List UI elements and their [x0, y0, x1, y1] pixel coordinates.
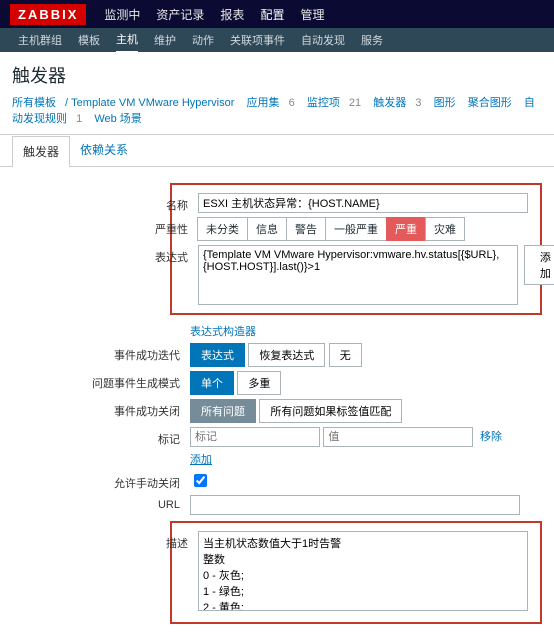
gen-multiple-button[interactable]: 多重	[237, 371, 281, 395]
nav-config[interactable]: 配置	[260, 6, 284, 23]
subnav-actions[interactable]: 动作	[192, 28, 214, 52]
bc-items[interactable]: 监控项	[307, 97, 340, 109]
description-input[interactable]	[198, 531, 528, 611]
sev-average[interactable]: 一般严重	[325, 217, 387, 241]
subnav-maintenance[interactable]: 维护	[154, 28, 176, 52]
subnav-discovery[interactable]: 自动发现	[301, 28, 345, 52]
subnav-hostgroups[interactable]: 主机群组	[18, 28, 62, 52]
nav-admin[interactable]: 管理	[300, 6, 324, 23]
bc-triggers[interactable]: 触发器	[373, 97, 406, 109]
top-nav: ZABBIX 监测中 资产记录 报表 配置 管理	[0, 0, 554, 28]
tab-trigger[interactable]: 触发器	[12, 136, 70, 168]
gen-single-button[interactable]: 单个	[190, 371, 234, 395]
sev-disaster[interactable]: 灾难	[425, 217, 465, 241]
bc-screens[interactable]: 聚合图形	[468, 97, 512, 109]
sev-warning[interactable]: 警告	[286, 217, 326, 241]
page-title: 触发器	[0, 52, 554, 94]
sev-info[interactable]: 信息	[247, 217, 287, 241]
bc-apps-count: 6	[289, 97, 295, 109]
label-iteration: 事件成功迭代	[0, 343, 190, 363]
expression-builder-link[interactable]: 表达式构造器	[190, 326, 256, 338]
remove-tag-link[interactable]: 移除	[480, 431, 502, 443]
bc-drules-count: 1	[76, 113, 82, 125]
bc-all-templates[interactable]: 所有模板	[12, 97, 56, 109]
tag-name-input[interactable]	[190, 427, 320, 447]
breadcrumb: 所有模板 / Template VM VMware Hypervisor 应用集…	[0, 94, 554, 135]
sub-nav: 主机群组 模板 主机 维护 动作 关联项事件 自动发现 服务	[0, 28, 554, 52]
add-expression-button[interactable]: 添加	[524, 245, 554, 285]
bc-web[interactable]: Web 场景	[94, 113, 141, 125]
name-input[interactable]	[198, 193, 528, 213]
label-okclose: 事件成功关闭	[0, 399, 190, 419]
tabs: 触发器 依赖关系	[0, 135, 554, 167]
tab-dependencies[interactable]: 依赖关系	[70, 135, 138, 167]
close-all-button[interactable]: 所有问题	[190, 399, 256, 423]
subnav-hosts[interactable]: 主机	[116, 27, 138, 53]
nav-monitor[interactable]: 监测中	[104, 6, 140, 23]
label-name: 名称	[8, 193, 198, 213]
nav-assets[interactable]: 资产记录	[156, 6, 204, 23]
label-tags: 标记	[0, 427, 190, 447]
label-severity: 严重性	[8, 217, 198, 237]
label-manual-close: 允许手动关闭	[0, 471, 190, 491]
form: 名称 严重性 未分类 信息 警告 一般严重 严重 灾难 表达式 添加	[0, 167, 554, 638]
label-expression: 表达式	[8, 245, 198, 265]
bc-apps[interactable]: 应用集	[247, 97, 280, 109]
close-tagmatch-button[interactable]: 所有问题如果标签值匹配	[259, 399, 402, 423]
label-description: 描述	[8, 531, 198, 551]
label-url: URL	[0, 495, 190, 511]
subnav-services[interactable]: 服务	[361, 28, 383, 52]
subnav-templates[interactable]: 模板	[78, 28, 100, 52]
bc-template[interactable]: Template VM VMware Hypervisor	[71, 97, 234, 109]
sev-unclassified[interactable]: 未分类	[197, 217, 248, 241]
bc-triggers-count: 3	[415, 97, 421, 109]
sev-high[interactable]: 严重	[386, 217, 426, 241]
iter-recovery-button[interactable]: 恢复表达式	[248, 343, 325, 367]
iter-expression-button[interactable]: 表达式	[190, 343, 245, 367]
bc-graphs[interactable]: 图形	[434, 97, 456, 109]
bc-items-count: 21	[349, 97, 361, 109]
expression-input[interactable]	[198, 245, 518, 305]
add-tag-link[interactable]: 添加	[190, 454, 212, 466]
tag-value-input[interactable]	[323, 427, 473, 447]
subnav-correlation[interactable]: 关联项事件	[230, 28, 285, 52]
manual-close-checkbox[interactable]	[194, 474, 207, 487]
nav-reports[interactable]: 报表	[220, 6, 244, 23]
logo: ZABBIX	[10, 4, 86, 25]
label-genmode: 问题事件生成模式	[0, 371, 190, 391]
url-input[interactable]	[190, 495, 520, 515]
iter-none-button[interactable]: 无	[329, 343, 362, 367]
